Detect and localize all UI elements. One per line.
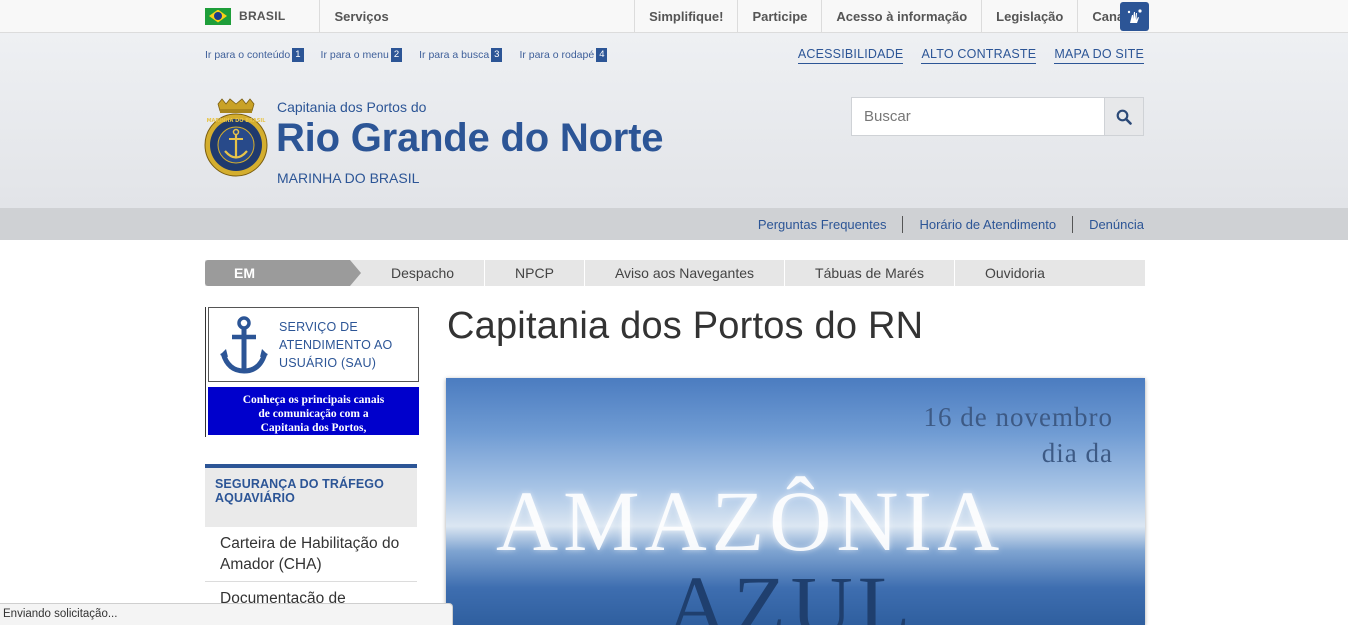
canais-line: Capitania dos Portos, — [260, 422, 367, 434]
alto-contraste-link[interactable]: ALTO CONTRASTE — [921, 47, 1037, 64]
accessibility-links: ACESSIBILIDADE ALTO CONTRASTE MAPA DO SI… — [797, 47, 1144, 64]
skip-num: 3 — [491, 48, 503, 62]
skip-label: Ir para o menu — [320, 49, 389, 61]
gov-link-participe[interactable]: Participe — [737, 0, 821, 32]
gov-link-simplifique[interactable]: Simplifique! — [634, 0, 737, 32]
search-input[interactable] — [852, 98, 1104, 135]
search-form — [851, 97, 1144, 136]
vlibras-button[interactable] — [1120, 2, 1149, 31]
skip-to-footer-link[interactable]: Ir para o rodapé 4 — [519, 48, 608, 62]
skip-label: Ir para o conteúdo — [205, 49, 291, 61]
skip-num: 4 — [596, 48, 608, 62]
sau-banner[interactable]: SERVIÇO DE ATENDIMENTO AO USUÁRIO (SAU) — [208, 307, 419, 382]
denuncia-link[interactable]: Denúncia — [1072, 215, 1144, 233]
skip-label: Ir para o rodapé — [519, 49, 595, 61]
brasil-link[interactable]: BRASIL — [205, 0, 321, 32]
perguntas-frequentes-link[interactable]: Perguntas Frequentes — [742, 216, 903, 233]
canais-line: Conheça os principais canais — [242, 394, 385, 406]
skip-to-search-link[interactable]: Ir para a busca 3 — [419, 48, 503, 62]
vlibras-hands-icon — [1127, 8, 1142, 23]
canais-comunicacao-banner[interactable]: Conheça os principais canais de comunica… — [208, 387, 419, 435]
anchor-icon — [220, 315, 268, 374]
sau-text: SERVIÇO DE ATENDIMENTO AO USUÁRIO (SAU) — [279, 319, 393, 370]
destaque-tabuas-mares-link[interactable]: Tábuas de Marés — [785, 260, 955, 286]
marinha-do-brasil-crest-icon[interactable]: MARINHA DO BRASIL — [204, 98, 268, 182]
skip-num: 1 — [292, 48, 304, 62]
skip-links: Ir para o conteúdo 1 Ir para o menu 2 Ir p… — [205, 48, 608, 62]
site-header: Ir para o conteúdo 1 Ir para o menu 2 Ir p… — [0, 33, 1348, 208]
skip-label: Ir para a busca — [419, 49, 490, 61]
skip-to-menu-link[interactable]: Ir para o menu 2 — [321, 48, 403, 62]
search-button[interactable] — [1104, 98, 1143, 135]
gov-link-legislacao[interactable]: Legislação — [981, 0, 1077, 32]
site-title[interactable]: Rio Grande do Norte — [276, 116, 664, 161]
search-icon — [1116, 109, 1132, 125]
site-subtitle: MARINHA DO BRASIL — [277, 170, 420, 186]
gov-link-acesso-informacao[interactable]: Acesso à informação — [821, 0, 981, 32]
destaque-npcp-link[interactable]: NPCP — [485, 260, 585, 286]
destaque-label: EM DESTAQUE — [205, 260, 361, 307]
destaque-despacho-link[interactable]: Despacho — [361, 260, 486, 286]
skip-num: 2 — [390, 48, 403, 62]
browser-status-bar: Enviando solicitação... — [0, 603, 453, 625]
menu-section-title: SEGURANÇA DO TRÁFEGO AQUAVIÁRIO — [205, 464, 417, 527]
destaque-aviso-navegantes-link[interactable]: Aviso aos Navegantes — [585, 260, 786, 286]
page-title: Capitania dos Portos do RN — [447, 305, 924, 347]
amazonia-azul-banner[interactable]: 16 de novembro dia da AMAZÔNIA AZUL — [446, 378, 1145, 625]
banner-date-line: dia da — [1041, 438, 1113, 468]
banner-headline: AZUL — [666, 558, 916, 625]
menu-item-cha[interactable]: Carteira de Habilitação do Amador (CHA) — [205, 527, 417, 582]
sidebar-divider — [205, 307, 206, 437]
banner-date-line: 16 de novembro — [923, 402, 1113, 432]
mapa-do-site-link[interactable]: MAPA DO SITE — [1054, 47, 1144, 64]
site-pretitle: Capitania dos Portos do — [277, 99, 427, 115]
sidebar-menu: SEGURANÇA DO TRÁFEGO AQUAVIÁRIO Carteira… — [205, 464, 417, 615]
destaque-bar: EM DESTAQUE Despacho NPCP Aviso aos Nave… — [205, 260, 1145, 307]
service-bar: Perguntas Frequentes Horário de Atendime… — [0, 208, 1348, 240]
brazil-flag-icon — [205, 7, 231, 25]
servicos-link[interactable]: Serviços — [320, 9, 388, 24]
gov-links: Simplifique! Participe Acesso à informaç… — [634, 0, 1149, 32]
brasil-label: BRASIL — [239, 9, 286, 23]
government-bar: BRASIL Serviços Simplifique! Participe A… — [0, 0, 1348, 33]
horario-atendimento-link[interactable]: Horário de Atendimento — [902, 215, 1072, 233]
destaque-ouvidoria-link[interactable]: Ouvidoria — [955, 260, 1075, 286]
skip-to-content-link[interactable]: Ir para o conteúdo 1 — [205, 48, 304, 62]
acessibilidade-link[interactable]: ACESSIBILIDADE — [797, 47, 904, 64]
canais-line: de comunicação com a — [258, 408, 369, 420]
svg-text:MARINHA DO BRASIL: MARINHA DO BRASIL — [207, 118, 267, 124]
